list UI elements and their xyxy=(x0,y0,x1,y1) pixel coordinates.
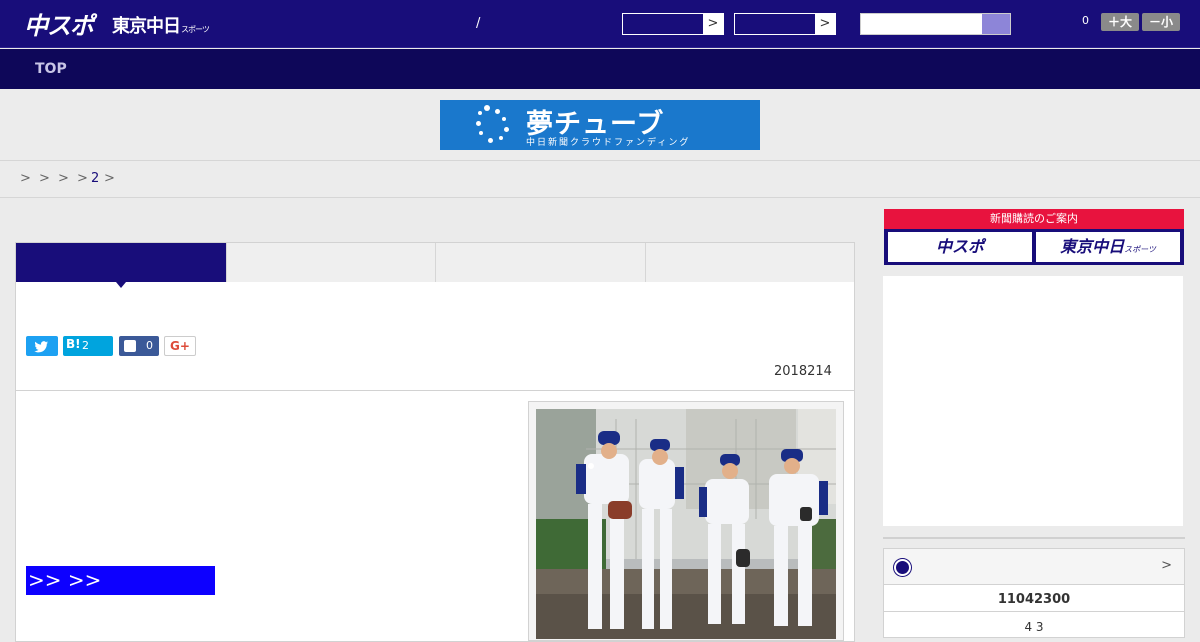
breadcrumb-separator: > xyxy=(104,171,115,186)
related-link[interactable]: >> >> xyxy=(26,566,215,595)
banner-area: 夢チューブ 中日新聞クラウドファンディング xyxy=(0,89,1200,161)
header-slash: / xyxy=(476,16,481,31)
breadcrumb-separator: > xyxy=(20,171,31,186)
promo-chuspo-button[interactable]: 中スポ xyxy=(888,232,1032,262)
twitter-icon xyxy=(34,341,49,353)
breadcrumb-separator: > xyxy=(58,171,69,186)
breadcrumb: > > > > 2 > xyxy=(0,161,1200,198)
article-photo[interactable] xyxy=(536,409,836,639)
font-larger-button[interactable]: ＋大 xyxy=(1101,13,1139,31)
banner-dot xyxy=(479,131,483,135)
yume-tube-banner[interactable]: 夢チューブ 中日新聞クラウドファンディング xyxy=(440,100,760,150)
score-line-2: 4 3 xyxy=(884,611,1184,634)
tab-3[interactable] xyxy=(435,243,645,282)
category-select-2[interactable]: > xyxy=(734,13,836,35)
tab-1[interactable] xyxy=(16,243,226,288)
gplus-icon: G+ xyxy=(170,339,190,353)
banner-dot xyxy=(484,105,490,111)
subscription-promo-title[interactable]: 新聞購読のご案内 xyxy=(884,209,1184,229)
hatena-share-button[interactable]: B! 2 xyxy=(63,336,113,356)
tokyo-chunichi-logo-small: スポーツ xyxy=(181,25,210,34)
divider xyxy=(16,390,854,391)
banner-subtitle: 中日新聞クラウドファンディング xyxy=(526,138,691,148)
breadcrumb-separator: > xyxy=(77,171,88,186)
banner-dot xyxy=(495,109,500,114)
twitter-share-button[interactable] xyxy=(26,336,58,356)
banner-dot xyxy=(478,111,482,115)
banner-dot xyxy=(476,121,481,126)
article-container: B! 2 0 G+ 2018214 >> >> xyxy=(15,242,855,642)
article-photo-frame xyxy=(528,401,844,641)
facebook-icon xyxy=(124,340,136,352)
search-button[interactable] xyxy=(982,14,1010,34)
chevron-right-icon: > xyxy=(1161,558,1172,573)
article-date: 2018214 xyxy=(774,364,832,379)
article-tabs xyxy=(16,243,854,288)
tokyo-chunichi-logo-text: 東京中日 xyxy=(112,16,181,37)
facebook-share-button[interactable]: 0 xyxy=(119,336,159,356)
font-smaller-button[interactable]: －小 xyxy=(1142,13,1180,31)
sidebar-divider xyxy=(883,537,1185,539)
subscription-promo: 新聞購読のご案内 中スポ 東京中日スポーツ xyxy=(884,209,1184,265)
chuspo-logo[interactable]: 中スポ xyxy=(24,6,94,41)
hatena-icon: B! xyxy=(66,337,81,351)
score-line-1: 11042300 xyxy=(997,592,1071,607)
tab-2[interactable] xyxy=(226,243,436,282)
facebook-count: 0 xyxy=(146,339,153,352)
gplus-share-button[interactable]: G+ xyxy=(164,336,196,356)
banner-dot xyxy=(488,138,493,143)
breadcrumb-page[interactable]: 2 xyxy=(91,171,99,186)
promo-tokyo-chunichi-button[interactable]: 東京中日スポーツ xyxy=(1036,232,1180,262)
chevron-right-icon: > xyxy=(703,14,723,34)
tab-4[interactable] xyxy=(645,243,854,282)
promo-tokyo-chunichi-text: 東京中日 xyxy=(1060,237,1125,256)
sub-navigation: TOP xyxy=(0,49,1200,89)
banner-dot xyxy=(504,127,509,132)
score-widget: > 11042300 4 3 xyxy=(883,548,1185,638)
sidebar-ad[interactable] xyxy=(883,276,1183,526)
baseball-players-photo xyxy=(536,409,836,639)
breadcrumb-separator: > xyxy=(39,171,50,186)
search-input[interactable] xyxy=(860,13,1011,35)
nav-top-link[interactable]: TOP xyxy=(35,61,67,77)
tokyo-chunichi-logo[interactable]: 東京中日スポーツ xyxy=(112,12,210,38)
site-header: 中スポ 東京中日スポーツ / > > 0 ＋大 －小 xyxy=(0,0,1200,48)
font-size-indicator: 0 xyxy=(1082,14,1089,27)
chevron-right-icon: > xyxy=(815,14,835,34)
hatena-count: 2 xyxy=(82,339,89,352)
baseball-icon xyxy=(894,559,911,576)
banner-dot xyxy=(499,136,503,140)
promo-tokyo-chunichi-small: スポーツ xyxy=(1124,245,1156,254)
banner-dot xyxy=(502,117,506,121)
category-select-1[interactable]: > xyxy=(622,13,724,35)
score-widget-header[interactable]: > xyxy=(884,549,1184,585)
